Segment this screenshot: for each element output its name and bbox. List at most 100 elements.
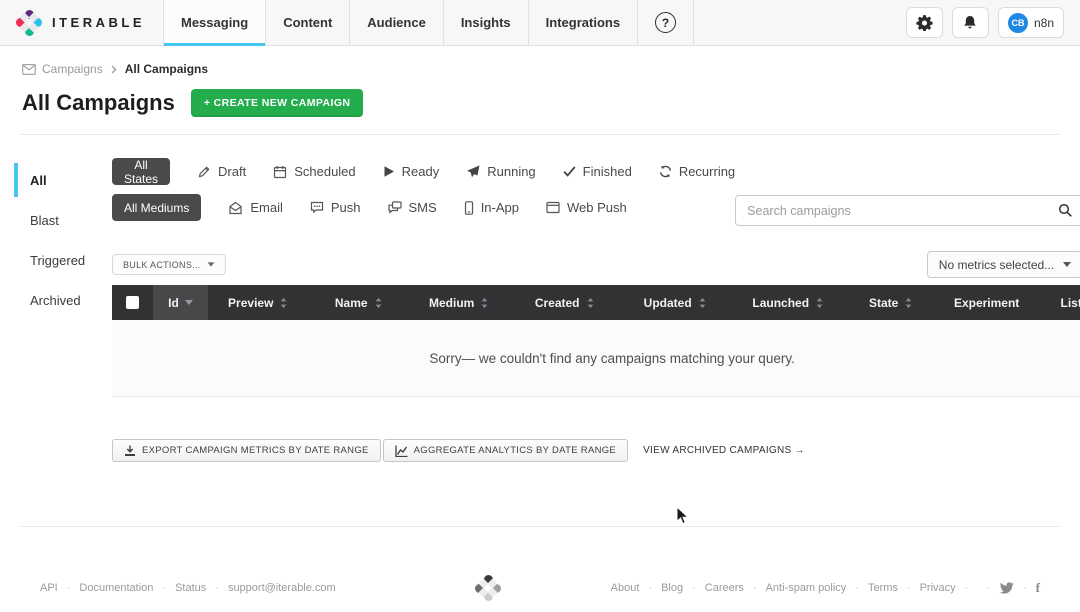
breadcrumb-root-label: Campaigns [42, 62, 103, 76]
check-icon [563, 166, 576, 177]
bottom-actions: EXPORT CAMPAIGN METRICS BY DATE RANGE AG… [112, 439, 1080, 462]
footer-divider [20, 526, 1060, 527]
footer: API Documentation Status support@iterabl… [0, 575, 1080, 601]
filter-recurring[interactable]: Recurring [659, 164, 735, 179]
footer-link-api[interactable]: API [40, 582, 79, 594]
chat-bubble-icon [310, 201, 324, 214]
content-area: All Blast Triggered Archived All States … [0, 158, 1080, 397]
paper-plane-icon [466, 165, 480, 178]
tab-integrations[interactable]: Integrations [529, 0, 638, 45]
select-all-checkbox[interactable] [126, 296, 139, 309]
column-header-id[interactable]: Id [153, 285, 208, 320]
tab-content[interactable]: Content [266, 0, 350, 45]
column-header-updated[interactable]: Updated [620, 285, 731, 320]
table-header-row: Id Preview Name Medium Created [112, 285, 1080, 320]
breadcrumb: Campaigns All Campaigns [0, 46, 1080, 76]
footer-link-status[interactable]: Status [175, 582, 228, 594]
filter-draft[interactable]: Draft [197, 164, 246, 179]
table-toolbar: BULK ACTIONS... No metrics selected... ? [112, 251, 1080, 278]
breadcrumb-campaigns[interactable]: Campaigns [22, 62, 103, 76]
footer-link-privacy[interactable]: Privacy [920, 582, 978, 594]
play-icon [383, 165, 395, 178]
footer-right-links: About Blog Careers Anti-spam policy Term… [611, 580, 1040, 596]
filter-running[interactable]: Running [466, 164, 535, 179]
refresh-icon [659, 165, 672, 178]
filter-push[interactable]: Push [310, 200, 361, 215]
footer-left-links: API Documentation Status support@iterabl… [40, 582, 336, 594]
metrics-select-dropdown[interactable]: No metrics selected... [927, 251, 1080, 278]
filter-email[interactable]: Email [228, 200, 283, 215]
footer-link-blog[interactable]: Blog [661, 582, 705, 594]
medium-filter-row: All Mediums Email Push SMS [112, 194, 735, 221]
sidebar-item-label: Triggered [30, 253, 85, 268]
search-icon[interactable] [1058, 203, 1073, 218]
sort-icon [374, 297, 383, 309]
filter-ready[interactable]: Ready [383, 164, 440, 179]
column-header-name[interactable]: Name [308, 285, 408, 320]
footer-link-antispam[interactable]: Anti-spam policy [766, 582, 868, 594]
twitter-icon [999, 582, 1014, 595]
download-icon [124, 445, 136, 457]
tab-audience[interactable]: Audience [350, 0, 444, 45]
settings-button[interactable] [906, 7, 943, 38]
footer-link-terms[interactable]: Terms [868, 582, 920, 594]
all-mediums-filter-button[interactable]: All Mediums [112, 194, 201, 221]
campaigns-main: All States Draft Scheduled Ready [112, 158, 1080, 397]
search-box [735, 195, 1080, 226]
select-all-cell [112, 285, 153, 320]
tab-messaging[interactable]: Messaging [164, 0, 266, 45]
sort-desc-icon [185, 300, 193, 305]
column-header-medium[interactable]: Medium [409, 285, 509, 320]
sidebar-item-triggered[interactable]: Triggered [0, 240, 112, 280]
search-input[interactable] [735, 195, 1080, 226]
all-states-filter-button[interactable]: All States [112, 158, 170, 185]
footer-link-about[interactable]: About [611, 582, 661, 594]
chevron-right-icon [111, 65, 117, 74]
column-header-created[interactable]: Created [509, 285, 620, 320]
footer-logo-icon [475, 575, 501, 601]
primary-tabs: Messaging Content Audience Insights Inte… [163, 0, 694, 45]
page-header: All Campaigns + CREATE NEW CAMPAIGN [0, 76, 1080, 117]
view-archived-link[interactable]: VIEW ARCHIVED CAMPAIGNS → [643, 445, 805, 456]
filter-in-app[interactable]: In-App [464, 200, 519, 215]
mouse-cursor [676, 506, 690, 526]
account-menu-button[interactable]: CB n8n [998, 7, 1064, 38]
sort-icon [586, 297, 595, 309]
sidebar-item-all[interactable]: All [0, 160, 112, 200]
brand-wordmark: ITERABLE [52, 15, 145, 30]
avatar: CB [1008, 13, 1028, 33]
envelope-icon [22, 64, 36, 75]
sort-icon [904, 297, 913, 309]
filter-sms[interactable]: SMS [388, 200, 437, 215]
nav-help-button[interactable]: ? [638, 0, 694, 45]
filter-finished[interactable]: Finished [563, 164, 632, 179]
sidebar-item-archived[interactable]: Archived [0, 280, 112, 320]
pencil-icon [197, 165, 211, 179]
facebook-link[interactable]: f [1023, 580, 1040, 596]
filter-scheduled[interactable]: Scheduled [273, 164, 355, 179]
sort-icon [279, 297, 288, 309]
column-header-launched[interactable]: Launched [730, 285, 846, 320]
notifications-button[interactable] [952, 7, 989, 38]
filter-web-push[interactable]: Web Push [546, 200, 627, 215]
footer-link-careers[interactable]: Careers [705, 582, 766, 594]
column-header-preview[interactable]: Preview [208, 285, 308, 320]
aggregate-analytics-button[interactable]: AGGREGATE ANALYTICS BY DATE RANGE [383, 439, 628, 462]
gear-icon [916, 14, 933, 31]
create-new-campaign-button[interactable]: + CREATE NEW CAMPAIGN [191, 89, 364, 117]
twitter-link[interactable] [986, 582, 1014, 595]
column-header-state[interactable]: State [846, 285, 936, 320]
account-name: n8n [1034, 16, 1054, 30]
breadcrumb-current: All Campaigns [125, 62, 208, 76]
tab-insights[interactable]: Insights [444, 0, 529, 45]
footer-link-documentation[interactable]: Documentation [79, 582, 175, 594]
sidebar-item-blast[interactable]: Blast [0, 200, 112, 240]
footer-link-support-email[interactable]: support@iterable.com [228, 582, 336, 594]
sidebar-item-label: Blast [30, 213, 59, 228]
bulk-actions-dropdown[interactable]: BULK ACTIONS... [112, 254, 226, 275]
iterable-logo[interactable]: ITERABLE [0, 0, 163, 45]
sms-bubbles-icon [388, 201, 402, 214]
search-area: ? [735, 195, 1080, 226]
state-filter-row: All States Draft Scheduled Ready [112, 158, 735, 185]
export-metrics-button[interactable]: EXPORT CAMPAIGN METRICS BY DATE RANGE [112, 439, 381, 462]
